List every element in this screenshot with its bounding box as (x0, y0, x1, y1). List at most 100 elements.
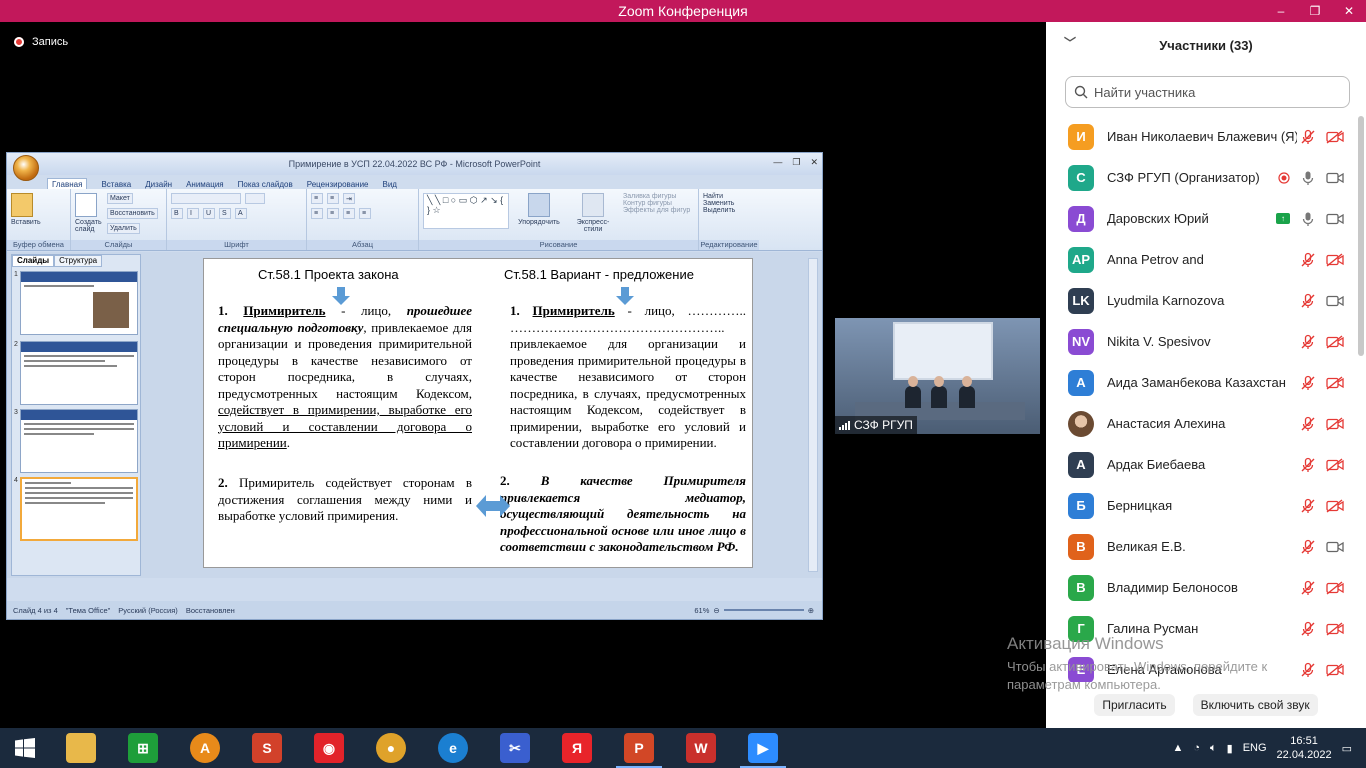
slide-thumbnail-selected[interactable] (20, 477, 138, 541)
mic-on-icon[interactable] (1300, 211, 1316, 227)
delete-button[interactable]: Удалить (107, 223, 140, 234)
select-button[interactable]: Выделить (703, 207, 755, 214)
numbering-icon[interactable]: ≡ (327, 193, 339, 204)
recording-indicator[interactable]: Запись (14, 36, 68, 48)
slide-thumbnail[interactable] (20, 341, 138, 405)
mic-off-icon[interactable] (1300, 457, 1316, 473)
mic-off-icon[interactable] (1300, 375, 1316, 391)
mic-on-icon[interactable] (1300, 170, 1316, 186)
invite-button[interactable]: Пригласить (1094, 694, 1175, 716)
participant-row[interactable]: В Владимир Белоносов (1046, 567, 1366, 608)
taskbar-app-powerpoint[interactable]: P (608, 728, 670, 768)
taskbar-app-app-a[interactable]: A (174, 728, 236, 768)
minimize-button[interactable]: – (1264, 0, 1298, 22)
wifi-icon[interactable]: ▮ (1227, 742, 1233, 755)
search-participant-field[interactable]: Найти участника (1065, 76, 1350, 108)
taskbar-app-explorer[interactable] (50, 728, 112, 768)
taskbar-app-pdf[interactable]: W (670, 728, 732, 768)
slide-thumbnail[interactable] (20, 271, 138, 335)
layout-button[interactable]: Макет (107, 193, 133, 204)
taskbar-app-snip[interactable]: ✂ (484, 728, 546, 768)
arrange-button[interactable]: Упорядочить (515, 219, 563, 226)
taskbar-app-app-red[interactable]: ◉ (298, 728, 360, 768)
tab-home[interactable]: Главная (47, 178, 88, 189)
shapes-gallery[interactable]: ╲ ╲ □ ○ ▭ ⬡ ↗ ↘ { } ☆ (423, 193, 509, 229)
slide-canvas[interactable]: Ст.58.1 Проекта закона Ст.58.1 Вариант -… (203, 258, 753, 568)
camera-off-icon[interactable] (1326, 662, 1344, 677)
participant-row[interactable]: С СЗФ РГУП (Организатор) (1046, 157, 1366, 198)
reset-button[interactable]: Восстановить (107, 208, 158, 219)
taskbar-app-suite2[interactable]: S (236, 728, 298, 768)
font-color-icon[interactable]: A (235, 208, 247, 219)
network-icon[interactable]: ◔ (1193, 742, 1200, 754)
taskbar-app-zoom[interactable]: ▶ (732, 728, 794, 768)
zoom-slider[interactable] (723, 609, 804, 611)
tab-animation[interactable]: Анимация (186, 180, 224, 189)
mic-off-icon[interactable] (1300, 334, 1316, 350)
camera-off-icon[interactable] (1326, 580, 1344, 595)
participant-row[interactable]: LK Lyudmila Karnozova (1046, 280, 1366, 321)
office-button[interactable] (13, 155, 39, 181)
ppt-restore-icon[interactable]: ❐ (792, 157, 800, 168)
mic-off-icon[interactable] (1300, 662, 1316, 678)
shape-effects-button[interactable]: Эффекты для фигур (623, 207, 690, 214)
camera-off-icon[interactable] (1326, 498, 1344, 513)
camera-on-icon[interactable] (1326, 540, 1344, 554)
taskbar-app-edge[interactable]: e (422, 728, 484, 768)
find-button[interactable]: Найти (703, 193, 755, 200)
strike-icon[interactable]: S (219, 208, 231, 219)
tab-outline[interactable]: Структура (54, 255, 103, 267)
video-tile[interactable]: СЗФ РГУП (835, 318, 1040, 434)
unmute-button[interactable]: Включить свой звук (1192, 694, 1318, 716)
participant-row[interactable]: Б Берницкая (1046, 485, 1366, 526)
notifications-icon[interactable]: ▭ (1342, 742, 1352, 755)
quick-styles-icon[interactable] (582, 193, 604, 217)
taskbar-app-chrome[interactable]: ● (360, 728, 422, 768)
mic-off-icon[interactable] (1300, 252, 1316, 268)
taskbar-app-yandex[interactable]: Я (546, 728, 608, 768)
mic-off-icon[interactable] (1300, 416, 1316, 432)
create-slide-button[interactable]: Создать слайд (75, 219, 103, 233)
bullets-icon[interactable]: ≡ (311, 193, 323, 204)
align-left-icon[interactable]: ≡ (311, 208, 323, 219)
shape-fill-button[interactable]: Заливка фигуры (623, 193, 690, 200)
camera-on-icon[interactable] (1326, 171, 1344, 185)
mic-off-icon[interactable] (1300, 293, 1316, 309)
italic-icon[interactable]: I (187, 208, 199, 219)
participant-row[interactable]: А Ардак Биебаева (1046, 444, 1366, 485)
paste-button[interactable]: Вставить (11, 219, 66, 226)
camera-off-icon[interactable] (1326, 621, 1344, 636)
ppt-minimize-icon[interactable]: — (773, 157, 782, 168)
ppt-close-icon[interactable]: ✕ (810, 157, 818, 168)
tab-insert[interactable]: Вставка (101, 180, 131, 189)
close-button[interactable]: ✕ (1332, 0, 1366, 22)
clock[interactable]: 16:51 22.04.2022 (1277, 734, 1332, 762)
replace-button[interactable]: Заменить (703, 200, 755, 207)
volume-icon[interactable]: 🔈︎ (1210, 742, 1217, 755)
participant-row[interactable]: NV Nikita V. Spesivov (1046, 321, 1366, 362)
font-size-field[interactable] (245, 193, 265, 204)
new-slide-icon[interactable] (75, 193, 97, 217)
slide-scrollbar[interactable] (808, 258, 818, 572)
participants-scrollbar[interactable] (1358, 116, 1364, 356)
align-center-icon[interactable]: ≡ (327, 208, 339, 219)
restore-button[interactable]: ❐ (1298, 0, 1332, 22)
keyboard-language[interactable]: ENG (1243, 742, 1267, 754)
quick-styles-button[interactable]: Экспресс-стили (569, 219, 617, 233)
camera-off-icon[interactable] (1326, 457, 1344, 472)
participant-row[interactable]: Д Даровских Юрий ↑ (1046, 198, 1366, 239)
camera-off-icon[interactable] (1326, 252, 1344, 267)
mic-off-icon[interactable] (1300, 580, 1316, 596)
participant-row[interactable]: AP Anna Petrov and (1046, 239, 1366, 280)
participant-row[interactable]: А Аида Заманбекова Казахстан (1046, 362, 1366, 403)
camera-off-icon[interactable] (1326, 334, 1344, 349)
indent-icon[interactable]: ⇥ (343, 193, 355, 204)
mic-off-icon[interactable] (1300, 539, 1316, 555)
participant-row[interactable]: Анастасия Алехина (1046, 403, 1366, 444)
camera-off-icon[interactable] (1326, 416, 1344, 431)
tab-slideshow[interactable]: Показ слайдов (238, 180, 293, 189)
zoom-in-icon[interactable]: ⊕ (808, 606, 814, 615)
camera-on-icon[interactable] (1326, 294, 1344, 308)
camera-off-icon[interactable] (1326, 375, 1344, 390)
camera-on-icon[interactable] (1326, 212, 1344, 226)
